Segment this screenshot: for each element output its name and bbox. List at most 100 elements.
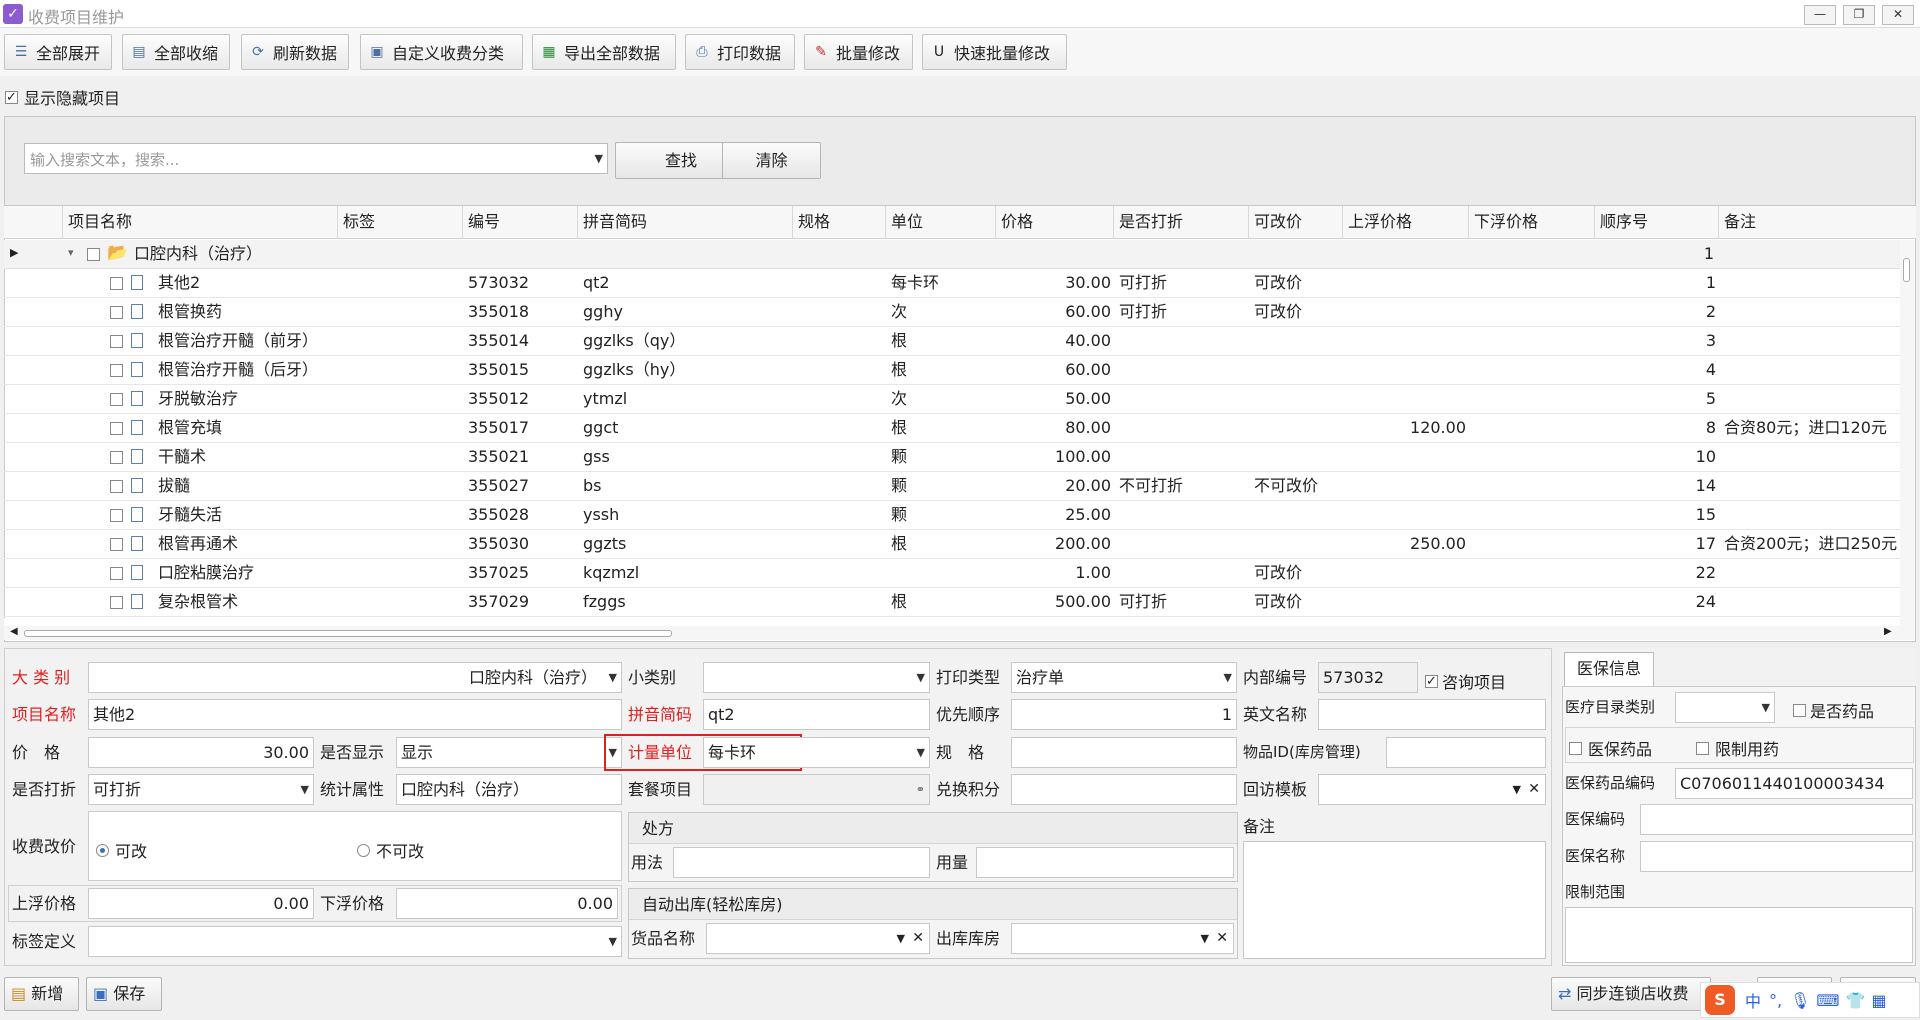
col-header-editable[interactable]: 可改价	[1248, 206, 1342, 239]
is-drug-checkbox[interactable]: 是否药品	[1793, 698, 1874, 722]
down-price-input[interactable]: 0.00	[396, 888, 618, 919]
print-button[interactable]: ⎙ 打印数据	[685, 34, 795, 70]
collapse-all-button[interactable]: ▤ 全部收缩	[122, 34, 230, 70]
col-header-code[interactable]: 编号	[462, 206, 577, 239]
clear-icon[interactable]: ✕	[1528, 775, 1540, 804]
restricted-checkbox[interactable]: 限制用药	[1696, 736, 1779, 760]
spec-input[interactable]	[1011, 737, 1237, 768]
insurance-tab[interactable]: 医保信息	[1564, 652, 1654, 686]
clear-icon[interactable]: ✕	[1216, 924, 1228, 953]
col-header-unit[interactable]: 单位	[885, 206, 995, 239]
visit-select[interactable]: ▼ ✕	[1318, 774, 1546, 805]
close-button[interactable]: ✕	[1882, 5, 1914, 25]
table-row[interactable]: 其他2 573032 qt2 每卡环 30.00 可打折 可改价 1	[4, 269, 1904, 298]
tag-select[interactable]: ▼	[88, 926, 622, 957]
stat-input[interactable]: 口腔内科（治疗）	[396, 774, 622, 805]
table-row[interactable]: 根管治疗开髓（后牙） 355015 ggzlks（hy） 根 60.00 4	[4, 356, 1904, 385]
horizontal-scroll-thumb[interactable]	[24, 630, 672, 637]
save-button[interactable]: ▣ 保存	[86, 977, 162, 1011]
clear-icon[interactable]: ✕	[912, 924, 924, 953]
can-edit-radio[interactable]: 可改	[96, 838, 147, 862]
row-checkbox[interactable]	[110, 277, 123, 290]
show-hidden-check[interactable]	[5, 90, 18, 104]
col-header-up[interactable]: 上浮价格	[1342, 206, 1468, 239]
goods-select[interactable]: ▼ ✕	[706, 923, 930, 954]
batch-edit-button[interactable]: ✎ 批量修改	[804, 34, 913, 70]
restricted-check[interactable]	[1696, 741, 1709, 755]
export-all-button[interactable]: ▦ 导出全部数据	[532, 34, 676, 70]
chevron-down-icon[interactable]: ▼	[897, 924, 905, 953]
row-checkbox[interactable]	[110, 509, 123, 522]
table-row[interactable]: 干髓术 355021 gss 颗 100.00 10	[4, 443, 1904, 472]
show-hidden-checkbox[interactable]: 显示隐藏项目	[5, 85, 120, 109]
col-header-order[interactable]: 顺序号	[1594, 206, 1718, 239]
group-row[interactable]: ▶ ▾ 📂 口腔内科（治疗） 1	[4, 240, 1904, 269]
row-checkbox[interactable]	[110, 596, 123, 609]
dropdown-arrow-icon[interactable]: ▼	[595, 152, 603, 165]
big-category-select[interactable]: 口腔内科（治疗） ▼	[88, 662, 622, 693]
col-header-note[interactable]: 备注	[1718, 206, 1904, 239]
col-header-discount[interactable]: 是否打折	[1113, 206, 1248, 239]
row-checkbox[interactable]	[110, 335, 123, 348]
row-checkbox[interactable]	[110, 567, 123, 580]
print-type-select[interactable]: 治疗单 ▼	[1011, 662, 1237, 693]
col-header-down[interactable]: 下浮价格	[1468, 206, 1594, 239]
chevron-down-icon[interactable]: ▼	[1513, 775, 1521, 804]
refresh-button[interactable]: ⟳ 刷新数据	[241, 34, 349, 70]
ime-lang[interactable]: 中	[1745, 988, 1761, 1012]
up-price-input[interactable]: 0.00	[88, 888, 314, 919]
add-button[interactable]: ▤ 新增	[4, 977, 79, 1011]
ins-drug-check[interactable]	[1569, 741, 1582, 755]
col-header-price[interactable]: 价格	[995, 206, 1113, 239]
name-input[interactable]: 其他2	[88, 699, 622, 730]
sync-button[interactable]: ⇄ 同步连锁店收费	[1551, 977, 1711, 1011]
expand-all-button[interactable]: ☰ 全部展开	[4, 34, 112, 70]
mic-icon[interactable]: 🎙	[1790, 991, 1810, 1010]
can-edit-dot[interactable]	[96, 843, 109, 857]
quick-batch-edit-button[interactable]: U 快速批量修改	[922, 34, 1067, 70]
show-select[interactable]: 显示 ▼	[396, 737, 622, 768]
table-row[interactable]: 根管充填 355017 ggct 根 80.00 120.00 8 合资80元；进口120元	[4, 414, 1904, 443]
grid-menu-icon[interactable]: ▦	[1871, 991, 1886, 1010]
row-checkbox[interactable]	[110, 364, 123, 377]
is-drug-check[interactable]	[1793, 703, 1806, 717]
punctuation-icon[interactable]: °,	[1769, 991, 1782, 1010]
row-checkbox[interactable]	[110, 306, 123, 319]
keyboard-icon[interactable]: ⌨	[1816, 991, 1839, 1010]
ime-toolbar[interactable]: S 中 °, 🎙 ⌨ 👕 ▦	[1700, 982, 1920, 1018]
english-input[interactable]	[1318, 699, 1546, 730]
unit-select[interactable]: 每卡环 ▼	[703, 737, 930, 768]
row-checkbox[interactable]	[110, 451, 123, 464]
ins-name-input[interactable]	[1640, 841, 1913, 872]
horizontal-scrollbar[interactable]: ◀ ▶	[4, 626, 1914, 640]
collapse-arrow-icon[interactable]: ▾	[68, 246, 74, 259]
group-checkbox[interactable]	[87, 248, 100, 261]
cannot-edit-radio[interactable]: 不可改	[357, 838, 424, 862]
package-input[interactable]: ⚭	[703, 774, 930, 805]
pinyin-input[interactable]: qt2	[703, 699, 930, 730]
item-id-input[interactable]	[1386, 737, 1546, 768]
consult-checkbox[interactable]: 咨询项目	[1425, 669, 1506, 693]
table-row[interactable]: 复杂根管术 357029 fzggs 根 500.00 可打折 可改价 24	[4, 588, 1904, 617]
row-checkbox[interactable]	[110, 480, 123, 493]
discount-select[interactable]: 可打折 ▼	[88, 774, 314, 805]
col-header-tag[interactable]: 标签	[337, 206, 462, 239]
clear-button[interactable]: 清除	[722, 142, 821, 179]
table-row[interactable]: 根管治疗开髓（前牙） 355014 ggzlks（qy） 根 40.00 3	[4, 327, 1904, 356]
chevron-down-icon[interactable]: ▼	[1201, 924, 1209, 953]
table-row[interactable]: 根管再通术 355030 ggzts 根 200.00 250.00 17 合资200元；进口…	[4, 530, 1904, 559]
sub-category-select[interactable]: ▼	[703, 662, 930, 693]
drug-code-input[interactable]: C0706011440100003434	[1675, 768, 1913, 799]
cannot-edit-dot[interactable]	[357, 843, 370, 857]
ins-drug-checkbox[interactable]: 医保药品	[1569, 736, 1652, 760]
usage-input[interactable]	[673, 847, 930, 878]
table-row[interactable]: 根管换药 355018 gghy 次 60.00 可打折 可改价 2	[4, 298, 1904, 327]
catalog-select[interactable]: ▼	[1675, 692, 1775, 723]
minimize-button[interactable]: —	[1804, 5, 1836, 25]
price-input[interactable]: 30.00	[88, 737, 314, 768]
binoculars-icon[interactable]: ⚭	[916, 775, 925, 804]
vertical-scroll-thumb[interactable]	[1903, 258, 1910, 282]
row-checkbox[interactable]	[110, 538, 123, 551]
table-row[interactable]: 牙髓失活 355028 yssh 颗 25.00 15	[4, 501, 1904, 530]
consult-check[interactable]	[1425, 674, 1438, 688]
